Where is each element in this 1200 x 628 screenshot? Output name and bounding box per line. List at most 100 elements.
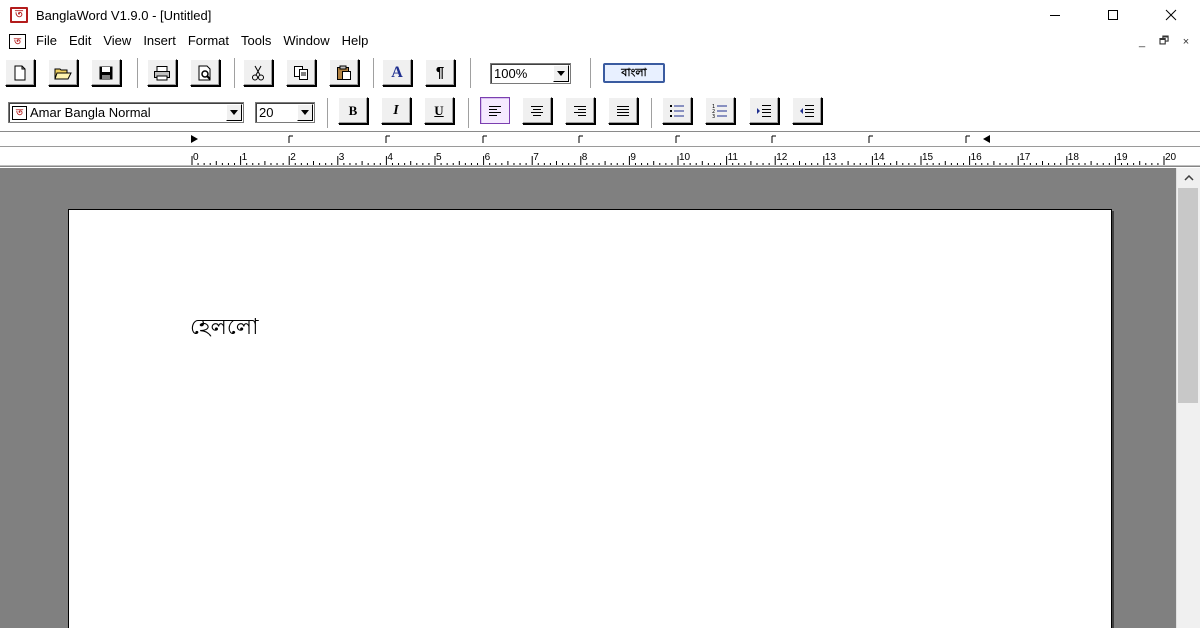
ruler-label: 13: [825, 152, 837, 163]
align-right-button[interactable]: [565, 97, 595, 124]
tab-stop-marker[interactable]: [675, 135, 680, 143]
ruler-label: 20: [1165, 152, 1177, 163]
left-indent-marker[interactable]: [191, 135, 198, 143]
ruler-label: 8: [582, 152, 588, 163]
tab-stop-marker[interactable]: [965, 135, 970, 143]
paragraph-mark-icon: ¶: [435, 64, 445, 81]
print-preview-button[interactable]: [190, 59, 220, 86]
italic-button[interactable]: I: [381, 97, 411, 124]
ruler-label: 0: [193, 152, 199, 163]
menu-view[interactable]: View: [97, 30, 137, 52]
menu-help[interactable]: Help: [336, 30, 375, 52]
ruler-label: 9: [630, 152, 636, 163]
new-document-button[interactable]: [5, 59, 35, 86]
ruler-label: 2: [290, 152, 296, 163]
font-color-button[interactable]: A: [382, 59, 412, 86]
right-indent-marker[interactable]: [983, 135, 990, 143]
numbered-list-button[interactable]: 123: [705, 97, 735, 124]
print-icon: [154, 65, 170, 80]
vertical-scrollbar[interactable]: [1176, 168, 1200, 628]
document-workspace: হেললো: [0, 168, 1176, 628]
menu-window[interactable]: Window: [277, 30, 335, 52]
window-title: BanglaWord V1.9.0 - [Untitled]: [36, 7, 212, 23]
font-size-select[interactable]: 20: [255, 102, 315, 123]
menu-edit[interactable]: Edit: [63, 30, 97, 52]
ruler-label: 18: [1068, 152, 1080, 163]
ruler-label: 10: [679, 152, 691, 163]
tab-stop-marker[interactable]: [288, 135, 293, 143]
doc-restore-button[interactable]: 🗗: [1154, 33, 1174, 50]
align-justify-button[interactable]: [608, 97, 638, 124]
document-menu-icon[interactable]: ত: [9, 33, 26, 49]
paste-icon: [337, 65, 351, 80]
document-text[interactable]: হেললো: [190, 310, 259, 347]
scrollbar-thumb[interactable]: [1178, 188, 1198, 403]
menu-format[interactable]: Format: [182, 30, 235, 52]
ruler-label: 7: [533, 152, 539, 163]
tab-stop-marker[interactable]: [578, 135, 583, 143]
bold-icon: B: [348, 102, 358, 118]
ruler[interactable]: 0 1 2 3 4 5 6 7 8 9 10 11 12 13 14 15 16 17 18 19 20: [0, 131, 1200, 167]
open-button[interactable]: [48, 59, 78, 86]
tab-stop-marker[interactable]: [771, 135, 776, 143]
toolbar-separator: [234, 58, 236, 88]
maximize-icon: [1108, 10, 1118, 20]
minimize-button[interactable]: [1026, 0, 1084, 30]
save-button[interactable]: [91, 59, 121, 86]
title-bar: ত BanglaWord V1.9.0 - [Untitled]: [0, 0, 1200, 30]
ruler-label: 4: [387, 152, 393, 163]
decrease-indent-button[interactable]: [792, 97, 822, 124]
toolbar-separator: [468, 98, 470, 128]
bullet-list-button[interactable]: [662, 97, 692, 124]
show-paragraph-button[interactable]: ¶: [425, 59, 455, 86]
app-icon: ত: [10, 7, 28, 23]
menu-insert[interactable]: Insert: [137, 30, 182, 52]
ruler-label: 19: [1116, 152, 1128, 163]
menu-file[interactable]: File: [30, 30, 63, 52]
toolbar-separator: [651, 98, 653, 128]
align-right-icon: [574, 105, 586, 116]
paste-button[interactable]: [329, 59, 359, 86]
chevron-up-icon: [1183, 175, 1194, 181]
scroll-up-button[interactable]: [1177, 168, 1200, 188]
zoom-select[interactable]: 100%: [490, 63, 571, 84]
italic-icon: I: [393, 102, 399, 118]
font-name-select[interactable]: ত Amar Bangla Normal: [8, 102, 244, 123]
font-size-value: 20: [259, 105, 274, 120]
chevron-down-icon: [226, 104, 242, 121]
print-preview-icon: [198, 65, 211, 80]
ruler-label: 12: [776, 152, 788, 163]
align-center-icon: [531, 105, 543, 116]
underline-button[interactable]: U: [424, 97, 454, 124]
toolbar-separator: [327, 98, 329, 128]
menu-tools[interactable]: Tools: [235, 30, 277, 52]
align-justify-icon: [617, 105, 629, 116]
ruler-label: 1: [242, 152, 248, 163]
copy-button[interactable]: [286, 59, 316, 86]
minimize-icon: [1050, 15, 1060, 16]
cut-button[interactable]: [243, 59, 273, 86]
ruler-tab-stops[interactable]: [0, 132, 1200, 147]
bold-button[interactable]: B: [338, 97, 368, 124]
tab-stops-graphic: [191, 135, 990, 143]
language-toggle-button[interactable]: বাংলা: [603, 63, 665, 83]
cut-icon: [252, 65, 264, 80]
print-button[interactable]: [147, 59, 177, 86]
ruler-label: 16: [971, 152, 983, 163]
close-button[interactable]: [1142, 0, 1200, 30]
menu-bar: ত File Edit View Insert Format Tools Win…: [0, 30, 1200, 52]
tab-stop-marker[interactable]: [482, 135, 487, 143]
align-center-button[interactable]: [522, 97, 552, 124]
maximize-button[interactable]: [1084, 0, 1142, 30]
bullet-list-icon: [670, 104, 684, 117]
increase-indent-button[interactable]: [749, 97, 779, 124]
doc-close-button[interactable]: ×: [1176, 33, 1196, 50]
document-page[interactable]: হেললো: [68, 209, 1112, 628]
font-color-icon: A: [391, 63, 403, 81]
window-controls: [1026, 0, 1200, 30]
tab-stop-marker[interactable]: [868, 135, 873, 143]
doc-minimize-button[interactable]: _: [1132, 33, 1152, 50]
document-window-controls: _ 🗗 ×: [1132, 33, 1196, 50]
align-left-button[interactable]: [480, 97, 510, 124]
tab-stop-marker[interactable]: [385, 135, 390, 143]
